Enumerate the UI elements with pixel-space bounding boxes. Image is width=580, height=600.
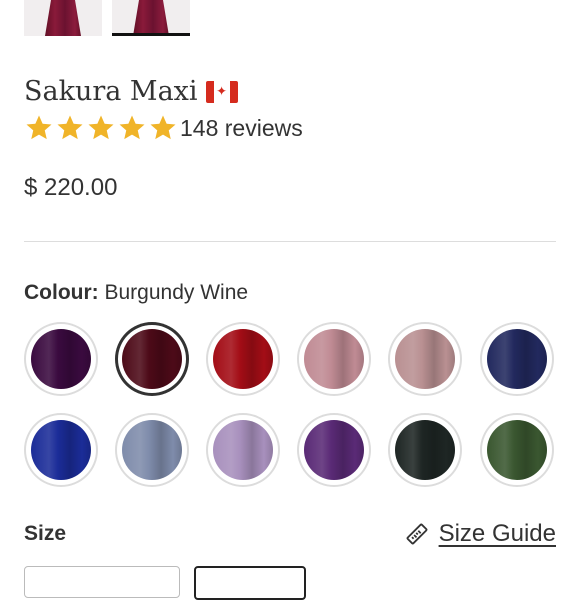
swatch-fill bbox=[31, 329, 91, 389]
star-icon bbox=[24, 113, 54, 143]
swatch-fill bbox=[213, 329, 273, 389]
colour-swatch[interactable] bbox=[480, 413, 554, 487]
rating-row: 148 reviews bbox=[24, 112, 303, 144]
canada-flag-icon: ✦ bbox=[205, 80, 238, 103]
colour-selection-label: Colour: Burgundy Wine bbox=[24, 281, 248, 305]
size-guide-link[interactable]: Size Guide bbox=[405, 520, 556, 548]
star-icon bbox=[55, 113, 85, 143]
swatch-fill bbox=[122, 329, 182, 389]
star-icon bbox=[86, 113, 116, 143]
divider bbox=[24, 241, 556, 242]
colour-swatch[interactable] bbox=[388, 413, 462, 487]
swatch-fill bbox=[487, 329, 547, 389]
swatch-fill bbox=[304, 420, 364, 480]
size-guide-label: Size Guide bbox=[438, 520, 556, 547]
size-option-selected[interactable] bbox=[194, 566, 306, 600]
colour-swatch[interactable] bbox=[24, 413, 98, 487]
size-label: Size bbox=[24, 522, 67, 545]
swatch-fill bbox=[395, 329, 455, 389]
swatch-fill bbox=[395, 420, 455, 480]
colour-swatch[interactable] bbox=[115, 322, 189, 396]
product-price: $ 220.00 bbox=[24, 174, 118, 201]
colour-swatch[interactable] bbox=[388, 322, 462, 396]
product-thumbnail-active[interactable] bbox=[112, 0, 190, 36]
reviews-link[interactable]: 148 reviews bbox=[180, 115, 303, 142]
colour-swatch[interactable] bbox=[206, 413, 280, 487]
swatch-fill bbox=[213, 420, 273, 480]
colour-label: Colour: bbox=[24, 281, 99, 304]
product-title-row: Sakura Maxi ✦ bbox=[24, 76, 238, 107]
colour-swatch[interactable] bbox=[24, 322, 98, 396]
colour-swatch[interactable] bbox=[297, 322, 371, 396]
star-icon bbox=[148, 113, 178, 143]
product-thumbnail[interactable] bbox=[24, 0, 102, 36]
ruler-icon bbox=[405, 522, 429, 546]
selected-colour-name: Burgundy Wine bbox=[104, 281, 249, 304]
colour-swatch[interactable] bbox=[115, 413, 189, 487]
colour-swatch[interactable] bbox=[206, 322, 280, 396]
swatch-fill bbox=[304, 329, 364, 389]
colour-swatch[interactable] bbox=[297, 413, 371, 487]
dress-image bbox=[45, 0, 81, 36]
swatch-fill bbox=[31, 420, 91, 480]
swatch-fill bbox=[122, 420, 182, 480]
star-icon bbox=[117, 113, 147, 143]
colour-swatch[interactable] bbox=[480, 322, 554, 396]
product-title: Sakura Maxi bbox=[24, 76, 198, 107]
swatch-fill bbox=[487, 420, 547, 480]
size-option[interactable] bbox=[24, 566, 180, 598]
dress-image bbox=[133, 0, 169, 36]
